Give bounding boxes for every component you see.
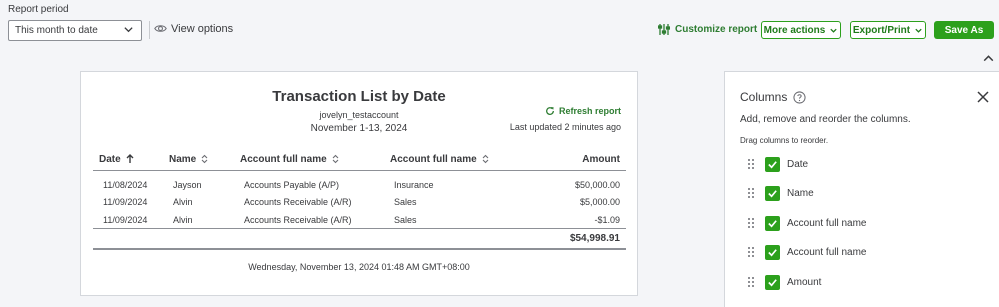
export-print-label: Export/Print xyxy=(852,24,911,36)
column-option-label: Name xyxy=(787,187,814,199)
sort-icon xyxy=(332,154,339,164)
save-as-button[interactable]: Save As xyxy=(934,21,994,39)
chevron-down-icon xyxy=(124,27,133,33)
more-actions-button[interactable]: More actions xyxy=(761,21,841,39)
chevron-down-icon xyxy=(915,28,922,33)
view-options-button[interactable]: View options xyxy=(154,22,233,35)
column-checkbox[interactable] xyxy=(765,156,780,172)
refresh-report-button[interactable]: Refresh report xyxy=(545,106,621,116)
checkmark-icon xyxy=(768,160,777,168)
customize-report-button[interactable]: Customize report xyxy=(658,23,757,36)
table-row[interactable]: 11/09/2024 Alvin Accounts Receivable (A/… xyxy=(93,194,626,212)
column-header-amount[interactable]: Amount xyxy=(536,149,626,171)
total-row: $54,998.91 xyxy=(93,228,626,250)
view-options-label: View options xyxy=(171,22,234,35)
chevron-down-icon xyxy=(830,28,837,33)
column-checkbox[interactable] xyxy=(765,215,780,231)
column-header-account-full-name[interactable]: Account full name xyxy=(240,149,390,171)
column-checkbox[interactable] xyxy=(765,244,780,260)
last-updated-text: Last updated 2 minutes ago xyxy=(509,122,621,132)
sort-icon xyxy=(482,154,489,164)
refresh-icon xyxy=(546,107,554,115)
total-amount: $54,998.91 xyxy=(536,228,626,250)
column-option-account-full-name[interactable]: Account full name xyxy=(747,214,867,232)
drag-handle-icon[interactable] xyxy=(747,276,755,288)
sort-icon xyxy=(201,154,208,164)
checkmark-icon xyxy=(768,278,777,286)
column-option-label: Amount xyxy=(787,276,822,288)
chevron-up-icon[interactable] xyxy=(981,51,996,66)
table-row[interactable]: 11/09/2024 Alvin Accounts Receivable (A/… xyxy=(93,211,626,229)
drag-handle-icon[interactable] xyxy=(747,158,755,170)
column-option-account-full-name-2[interactable]: Account full name xyxy=(747,243,867,261)
export-print-button[interactable]: Export/Print xyxy=(850,21,926,39)
column-checkbox[interactable] xyxy=(765,185,780,201)
help-icon[interactable] xyxy=(793,90,806,104)
drag-handle-icon[interactable] xyxy=(747,246,755,258)
more-actions-label: More actions xyxy=(763,24,826,36)
table-header-row: Date Name Account full name Account full… xyxy=(93,149,626,171)
checkmark-icon xyxy=(768,189,777,197)
report-period-select[interactable]: This month to date xyxy=(8,20,142,41)
column-header-date[interactable]: Date xyxy=(93,149,169,171)
drag-handle-icon[interactable] xyxy=(747,217,755,229)
report-period-label: Report period xyxy=(8,4,69,15)
columns-panel-title: Columns xyxy=(740,90,806,104)
report-footer-timestamp: Wednesday, November 13, 2024 01:48 AM GM… xyxy=(248,262,470,272)
refresh-report-label: Refresh report xyxy=(558,106,621,116)
drag-handle-icon[interactable] xyxy=(747,187,755,199)
column-option-date[interactable]: Date xyxy=(747,155,808,173)
toolbar-divider xyxy=(149,21,150,39)
column-option-label: Date xyxy=(787,158,809,170)
report-table: Date Name Account full name Account full… xyxy=(93,149,626,250)
checkmark-icon xyxy=(768,248,777,256)
eye-icon xyxy=(154,25,167,32)
column-option-amount[interactable]: Amount xyxy=(747,273,821,291)
column-header-name[interactable]: Name xyxy=(169,149,240,171)
sort-arrow-up-icon xyxy=(126,154,134,164)
column-option-name[interactable]: Name xyxy=(747,184,814,202)
report-period-value: This month to date xyxy=(15,25,98,36)
report-toolbar: Report period This month to date View op… xyxy=(0,0,999,50)
close-icon[interactable] xyxy=(976,90,990,104)
column-option-label: Account full name xyxy=(787,217,867,229)
column-option-label: Account full name xyxy=(787,246,867,258)
columns-panel: Columns Add, remove and reorder the colu… xyxy=(724,71,999,307)
report-card: Transaction List by Date jovelyn_testacc… xyxy=(80,71,638,296)
columns-panel-description: Add, remove and reorder the columns. xyxy=(740,114,911,125)
sliders-icon xyxy=(658,24,670,35)
report-title: Transaction List by Date xyxy=(272,88,446,105)
column-checkbox[interactable] xyxy=(765,274,780,290)
column-header-account-full-name-2[interactable]: Account full name xyxy=(390,149,536,171)
table-row[interactable]: 11/08/2024 Jayson Accounts Payable (A/P)… xyxy=(93,170,626,194)
customize-report-label: Customize report xyxy=(675,24,758,35)
columns-panel-hint: Drag columns to reorder. xyxy=(740,136,829,145)
checkmark-icon xyxy=(768,219,777,227)
